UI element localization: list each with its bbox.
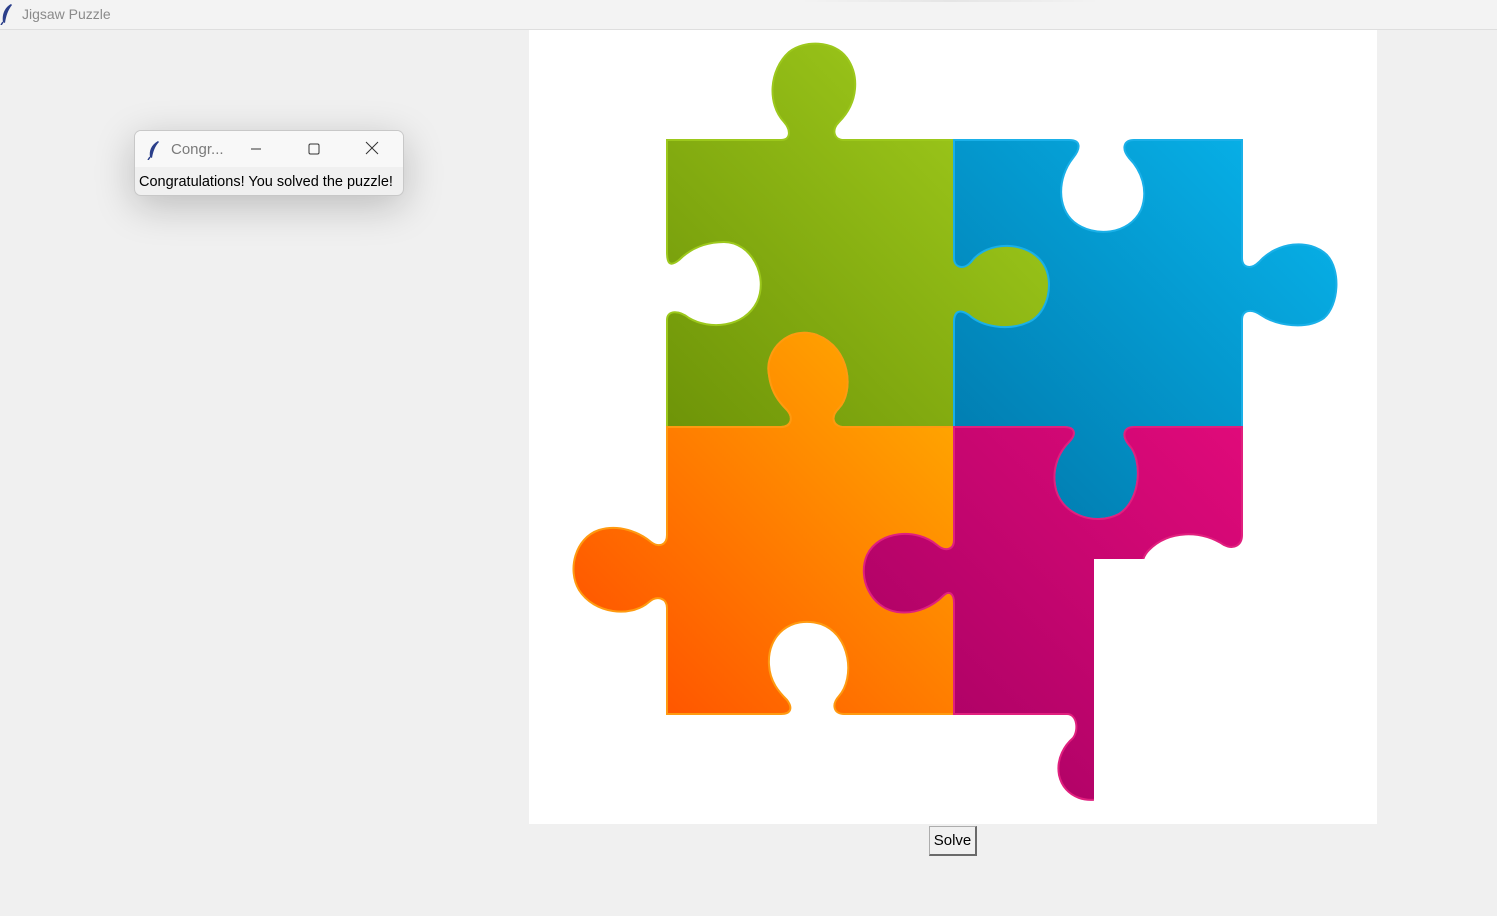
minimize-icon bbox=[250, 140, 262, 159]
dialog-titlebar[interactable]: Congr... bbox=[135, 131, 403, 167]
window-titlebar: Jigsaw Puzzle bbox=[0, 0, 1497, 30]
missing-piece-area bbox=[1094, 559, 1377, 824]
congratulations-dialog: Congr... Congratulations! You solved the… bbox=[134, 130, 404, 196]
maximize-button[interactable] bbox=[299, 137, 329, 161]
window-title: Jigsaw Puzzle bbox=[22, 6, 111, 22]
close-icon bbox=[365, 140, 379, 159]
dialog-message: Congratulations! You solved the puzzle! bbox=[139, 174, 393, 190]
dialog-title: Congr... bbox=[171, 141, 224, 158]
puzzle-canvas[interactable] bbox=[529, 30, 1377, 824]
titlebar-shadow bbox=[800, 0, 1100, 2]
close-button[interactable] bbox=[357, 137, 387, 161]
solve-button[interactable]: Solve bbox=[929, 826, 977, 856]
feather-icon bbox=[147, 140, 161, 164]
minimize-button[interactable] bbox=[241, 137, 271, 161]
maximize-icon bbox=[308, 140, 320, 159]
feather-icon bbox=[0, 3, 14, 29]
